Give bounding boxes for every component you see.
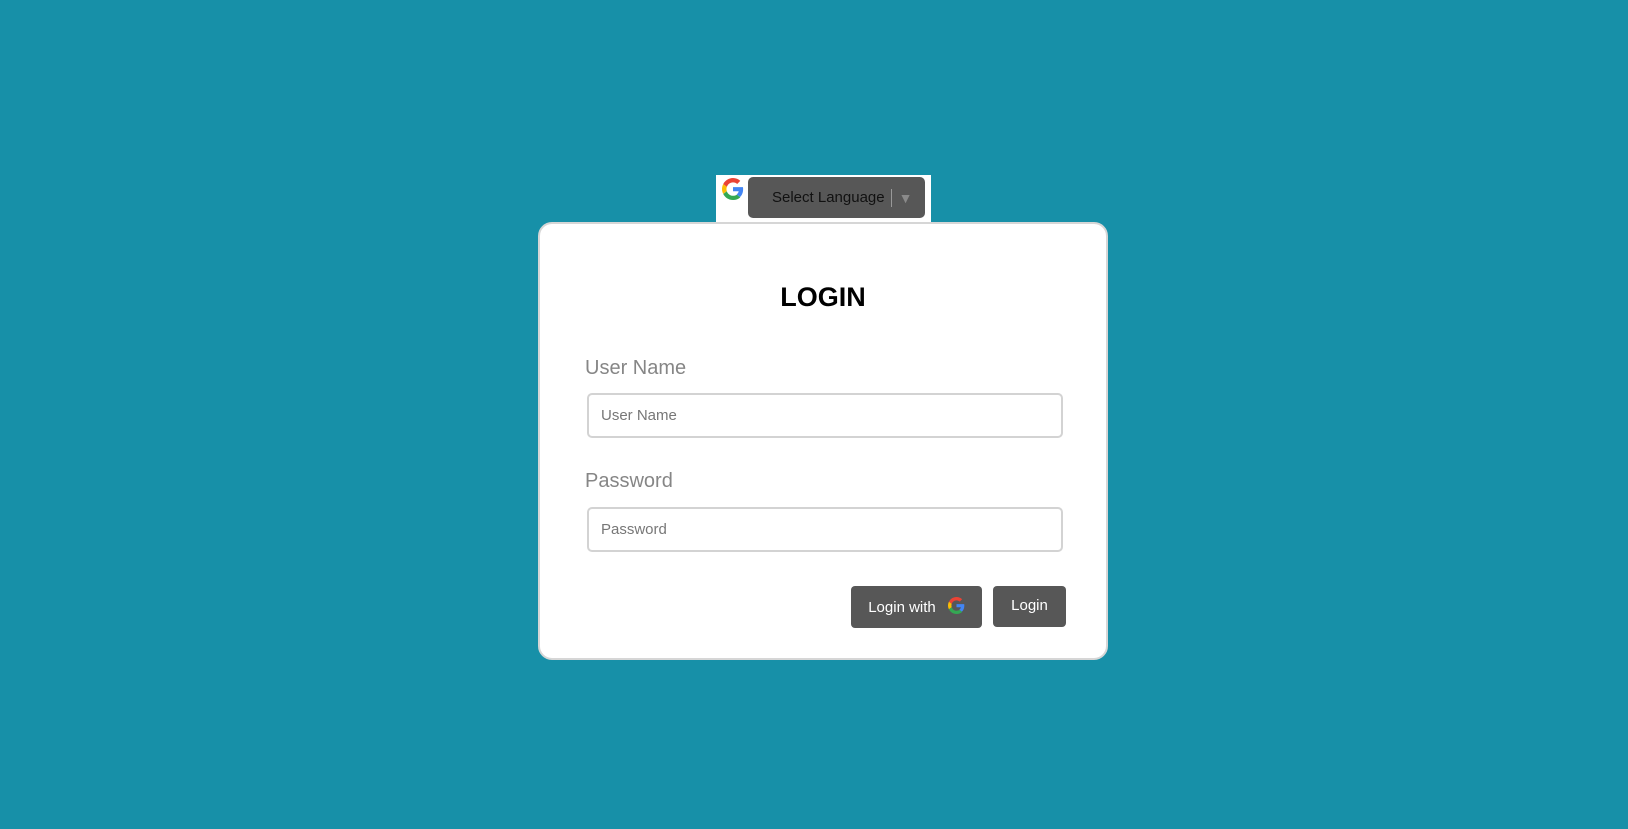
login-with-google-button[interactable]: Login with — [851, 586, 982, 628]
google-g-icon — [947, 597, 965, 614]
select-language-dropdown[interactable]: Select Language ▼ — [748, 177, 925, 218]
google-g-icon — [722, 178, 744, 200]
select-language-label: Select Language — [772, 189, 885, 206]
divider — [890, 188, 892, 207]
login-with-label: Login with — [868, 598, 936, 616]
login-card: LOGIN User Name Password Login with Logi… — [538, 222, 1108, 660]
dropdown-arrow-icon: ▼ — [898, 189, 913, 206]
page-title: LOGIN — [780, 282, 866, 312]
username-input[interactable] — [587, 393, 1063, 438]
google-translate-widget: Select Language ▼ — [716, 175, 931, 222]
username-label: User Name — [585, 357, 687, 379]
password-label: Password — [585, 470, 673, 492]
password-input[interactable] — [587, 507, 1063, 552]
login-button[interactable]: Login — [993, 586, 1066, 627]
